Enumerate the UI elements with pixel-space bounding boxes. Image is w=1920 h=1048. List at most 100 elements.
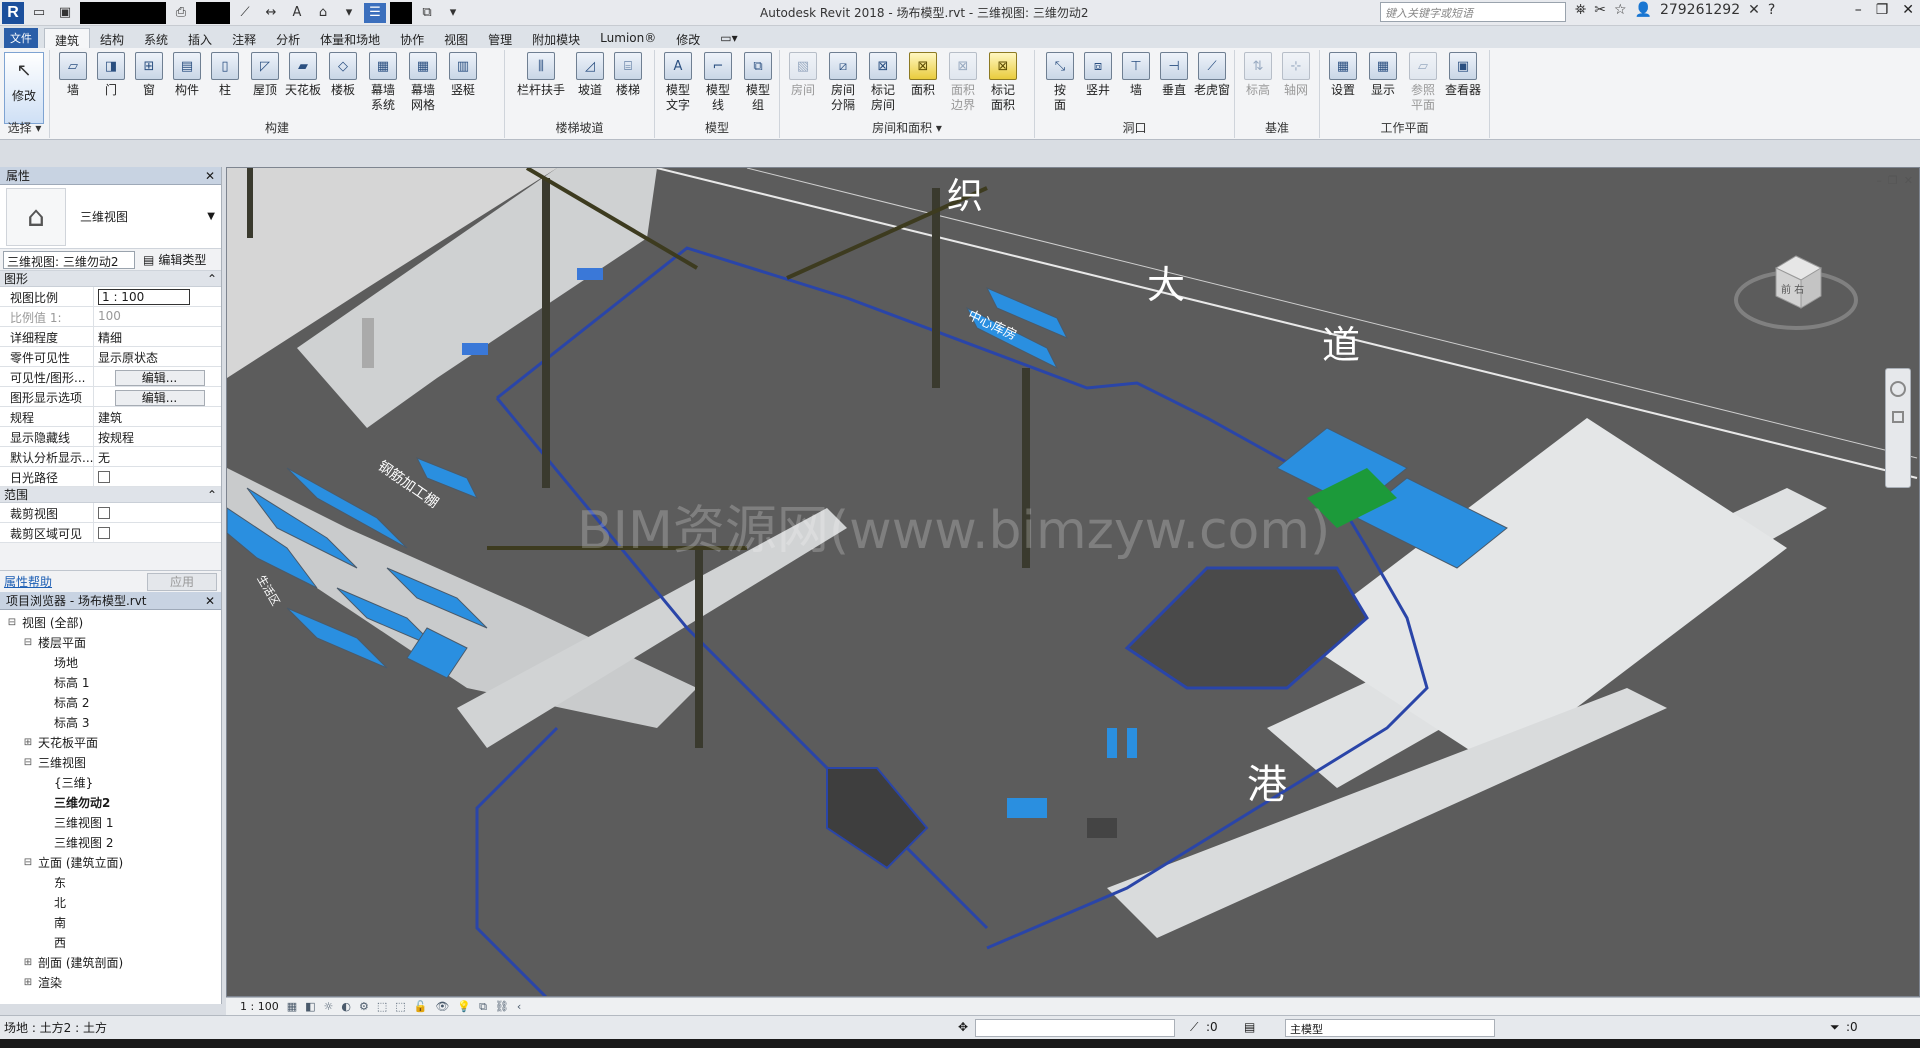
tree-toggle-icon[interactable]: ⊞: [22, 977, 34, 988]
tab-structure[interactable]: 结构: [90, 28, 134, 48]
close-icon[interactable]: ✕: [1904, 174, 1913, 187]
text-icon[interactable]: A: [286, 3, 308, 23]
binoculars-icon[interactable]: ⛯: [1575, 2, 1586, 18]
section-extents[interactable]: 范围 ⌃: [0, 487, 221, 503]
tab-architecture[interactable]: 建筑: [44, 28, 91, 48]
shadows-icon[interactable]: ◐: [341, 1000, 351, 1013]
browser-item[interactable]: ⊞ 剖面 (建筑剖面): [2, 952, 221, 972]
mullion-button[interactable]: ▥ 竖梃: [444, 52, 482, 98]
print-icon[interactable]: ⎙: [170, 3, 192, 23]
browser-item[interactable]: 场地: [2, 652, 221, 672]
roof-button[interactable]: ◸ 屋顶: [246, 52, 284, 98]
visual-style-icon[interactable]: ◧: [305, 1000, 315, 1013]
user-icon[interactable]: 👤: [1635, 2, 1652, 18]
component-button[interactable]: ▤ 构件: [168, 52, 206, 98]
render-icon[interactable]: ⚙: [359, 1000, 369, 1013]
shaft-button[interactable]: ⧈ 竖井: [1079, 52, 1117, 98]
tree-toggle-icon[interactable]: ⊟: [22, 757, 34, 768]
select-dropdown[interactable]: 选择 ▾: [0, 119, 49, 136]
temp-hide-icon[interactable]: 👁: [435, 1000, 449, 1013]
viewcube[interactable]: 前 右: [1731, 238, 1861, 338]
wall-opening-button[interactable]: ⊤ 墙: [1117, 52, 1155, 98]
room-area-dropdown[interactable]: 房间和面积 ▾: [780, 119, 1034, 136]
view-scale-input[interactable]: 1 : 100: [98, 289, 190, 305]
tab-manage[interactable]: 管理: [478, 28, 522, 48]
browser-item[interactable]: ⊟ 视图 (全部): [2, 612, 221, 632]
minimize-icon[interactable]: –: [1876, 174, 1882, 187]
scroll-left-icon[interactable]: ‹: [517, 1000, 521, 1013]
browser-item[interactable]: ⊞ 渲染: [2, 972, 221, 992]
measure-icon[interactable]: ⟋: [234, 3, 256, 23]
room-separator-button[interactable]: ⧄ 房间 分隔: [824, 52, 862, 113]
property-row[interactable]: 规程 建筑: [0, 407, 221, 427]
property-value[interactable]: 建筑: [94, 407, 221, 426]
customize-qat-icon[interactable]: ▾: [442, 3, 464, 23]
model-text-button[interactable]: A 模型 文字: [659, 52, 697, 113]
by-face-button[interactable]: ⤡ 按 面: [1041, 52, 1079, 113]
model-line-button[interactable]: ⌐ 模型 线: [699, 52, 737, 113]
tab-view[interactable]: 视图: [434, 28, 478, 48]
edit-button[interactable]: 编辑...: [114, 369, 205, 386]
tab-file[interactable]: 文件: [4, 28, 38, 48]
property-row[interactable]: 图形显示选项 编辑...: [0, 387, 221, 407]
tab-modify[interactable]: 修改: [666, 28, 710, 48]
subscription-icon[interactable]: ✂: [1594, 2, 1606, 18]
minimize-icon[interactable]: –: [1855, 2, 1862, 18]
close-icon[interactable]: ✕: [205, 169, 215, 183]
level-button[interactable]: ⇅ 标高: [1239, 52, 1277, 98]
tree-toggle-icon[interactable]: ⊞: [22, 737, 34, 748]
coordinate-icon[interactable]: ⟋: [1190, 1020, 1198, 1035]
model-group-button[interactable]: ⧉ 模型 组: [739, 52, 777, 113]
property-row[interactable]: 日光路径: [0, 467, 221, 487]
property-row[interactable]: 可见性/图形... 编辑...: [0, 367, 221, 387]
sun-path-checkbox[interactable]: [98, 471, 110, 483]
click-drag-icon[interactable]: ✥: [958, 1020, 968, 1034]
save-icon[interactable]: ▣: [54, 3, 76, 23]
view-instance-select[interactable]: 三维视图: 三维勿动2: [3, 250, 135, 269]
unlocked-view-icon[interactable]: 🔓: [414, 1000, 428, 1013]
property-row[interactable]: 零件可见性 显示原状态: [0, 347, 221, 367]
close-icon[interactable]: ✕: [1902, 2, 1914, 18]
property-row[interactable]: 视图比例 1 : 100: [0, 287, 221, 307]
reveal-hidden-icon[interactable]: 💡: [457, 1000, 471, 1013]
crop-view-icon[interactable]: ⬚: [377, 1000, 387, 1013]
browser-item[interactable]: 西: [2, 932, 221, 952]
user-id[interactable]: 279261292: [1660, 2, 1740, 18]
apply-button[interactable]: 应用: [147, 572, 217, 591]
design-option-select[interactable]: 主模型: [1285, 1019, 1495, 1037]
browser-item[interactable]: 三维勿动2: [2, 792, 221, 812]
curtain-system-button[interactable]: ▦ 幕墙 系统: [364, 52, 402, 113]
navigation-bar[interactable]: [1885, 368, 1911, 488]
tree-toggle-icon[interactable]: ⊟: [22, 857, 34, 868]
property-value[interactable]: 100: [94, 307, 221, 326]
area-button[interactable]: ⊠ 面积: [904, 52, 942, 98]
browser-item[interactable]: {三维}: [2, 772, 221, 792]
property-value[interactable]: 按规程: [94, 427, 221, 446]
tag-room-button[interactable]: ⊠ 标记 房间: [864, 52, 902, 113]
close-icon[interactable]: ✕: [205, 594, 215, 608]
search-input[interactable]: 键入关键字或短语: [1380, 2, 1566, 22]
dropdown-icon[interactable]: ▾: [338, 3, 360, 23]
zoom-icon[interactable]: [1892, 411, 1904, 423]
sun-path-icon[interactable]: ☼: [324, 1000, 334, 1013]
workset-select[interactable]: [975, 1019, 1175, 1037]
property-value[interactable]: 无: [94, 447, 221, 466]
tab-massing-site[interactable]: 体量和场地: [310, 28, 390, 48]
modify-button[interactable]: ↖ 修改: [4, 52, 44, 124]
tab-analyze[interactable]: 分析: [266, 28, 310, 48]
column-button[interactable]: ▯ 柱: [206, 52, 244, 98]
property-row[interactable]: 显示隐藏线 按规程: [0, 427, 221, 447]
viewer-button[interactable]: ▣ 查看器: [1444, 52, 1482, 98]
3d-viewport[interactable]: 织 大 道 港 中心库房 钢筋加工棚 生活区 BIM资源网(www.bimzyw…: [226, 167, 1920, 997]
tree-toggle-icon[interactable]: ⊟: [6, 617, 18, 628]
property-value[interactable]: 精细: [94, 327, 221, 346]
window-button[interactable]: ⊞ 窗: [130, 52, 168, 98]
crop-region-icon[interactable]: ⬚: [395, 1000, 405, 1013]
browser-item[interactable]: 东: [2, 872, 221, 892]
type-selector[interactable]: ⌂ 三维视图 ▼: [0, 185, 221, 249]
tab-insert[interactable]: 插入: [178, 28, 222, 48]
tab-systems[interactable]: 系统: [134, 28, 178, 48]
stair-button[interactable]: ⌸ 楼梯: [609, 52, 647, 98]
ramp-button[interactable]: ◿ 坡道: [571, 52, 609, 98]
curtain-grid-button[interactable]: ▦ 幕墙 网格: [404, 52, 442, 113]
